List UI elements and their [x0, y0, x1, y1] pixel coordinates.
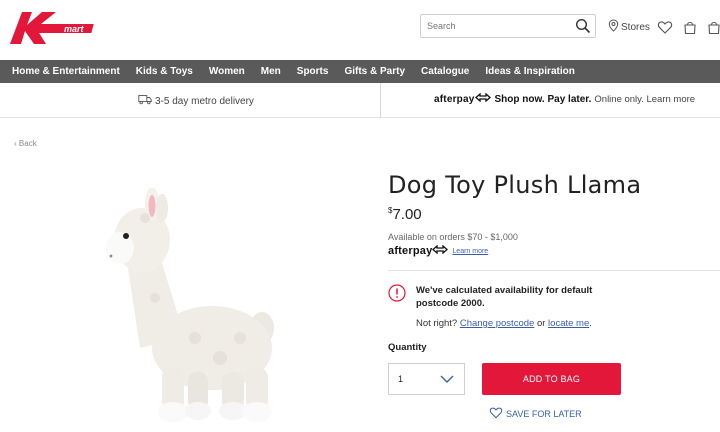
afterpay-logo-icon	[474, 92, 491, 105]
alert-icon	[388, 284, 406, 302]
nav-item-men[interactable]: Men	[253, 66, 289, 77]
stores-link[interactable]: Stores	[608, 18, 650, 36]
afterpay-row: afterpay Learn more	[388, 244, 488, 257]
nav-item-ideas-inspiration[interactable]: Ideas & Inspiration	[477, 66, 582, 77]
logo-text: mart	[64, 24, 85, 34]
heart-icon[interactable]	[657, 19, 673, 35]
promo-bar: 3-5 day metro delivery afterpay Shop now…	[0, 83, 720, 118]
site-header: mart Stores	[0, 0, 720, 60]
period-label: .	[589, 318, 592, 329]
not-right-label: Not right?	[416, 318, 458, 329]
postcode-actions: Not right? Change postcode or locate me.	[416, 318, 592, 329]
search-input[interactable]	[421, 15, 561, 37]
location-pin-icon	[608, 19, 621, 35]
afterpay-promo[interactable]: afterpay Shop now. Pay later. Online onl…	[434, 92, 696, 105]
nav-item-sports[interactable]: Sports	[289, 66, 337, 77]
save-for-later-button[interactable]: SAVE FOR LATER	[489, 406, 582, 421]
afterpay-availability: Available on orders $70 - $1,000	[388, 232, 518, 242]
nav-item-women[interactable]: Women	[201, 66, 253, 77]
afterpay-brand-product: afterpay	[388, 245, 433, 257]
quantity-select[interactable]: 1	[388, 363, 465, 395]
locate-me-link[interactable]: locate me	[548, 318, 589, 329]
add-to-bag-button[interactable]: ADD TO BAG	[482, 363, 621, 395]
delivery-text: 3-5 day metro delivery	[155, 95, 254, 107]
product-title: Dog Toy Plush Llama	[388, 171, 642, 199]
price-value: 7.00	[392, 206, 422, 223]
bag-icon[interactable]	[682, 19, 698, 35]
change-postcode-link[interactable]: Change postcode	[460, 318, 534, 329]
quantity-value: 1	[398, 374, 404, 384]
or-label: or	[536, 318, 546, 329]
product-image	[100, 187, 290, 428]
back-link[interactable]: ‹ Back	[14, 139, 37, 148]
search-icon[interactable]	[575, 18, 591, 34]
stores-label: Stores	[621, 21, 650, 33]
back-label: Back	[18, 139, 37, 148]
afterpay-promo-bold: Shop now. Pay later.	[494, 93, 592, 105]
delivery-info: 3-5 day metro delivery	[138, 94, 254, 108]
afterpay-promo-light: Online only. Learn more	[594, 93, 696, 105]
afterpay-logo-icon	[432, 244, 449, 257]
nav-item-home-entertainment[interactable]: Home & Entertainment	[0, 66, 128, 77]
kmart-logo[interactable]: mart	[8, 8, 100, 48]
nav-item-gifts-party[interactable]: Gifts & Party	[336, 66, 413, 77]
delivery-truck-icon	[138, 94, 155, 108]
nav-item-kids-toys[interactable]: Kids & Toys	[128, 66, 201, 77]
nav-item-catalogue[interactable]: Catalogue	[413, 66, 477, 77]
postcode-notice: We've calculated availability for defaul…	[416, 285, 593, 309]
section-divider	[388, 270, 720, 271]
main-nav: Home & Entertainment Kids & Toys Women M…	[0, 60, 720, 83]
save-for-later-label: SAVE FOR LATER	[506, 408, 582, 419]
chevron-left-icon: ‹	[14, 139, 17, 148]
quantity-label: Quantity	[388, 342, 427, 353]
account-icon[interactable]	[706, 19, 720, 35]
product-price: $7.00	[388, 206, 422, 223]
promo-divider	[380, 83, 381, 118]
afterpay-learn-more-link[interactable]: Learn more	[452, 248, 488, 255]
search-box	[420, 14, 596, 38]
heart-icon	[489, 406, 506, 421]
afterpay-brand: afterpay	[434, 93, 475, 105]
